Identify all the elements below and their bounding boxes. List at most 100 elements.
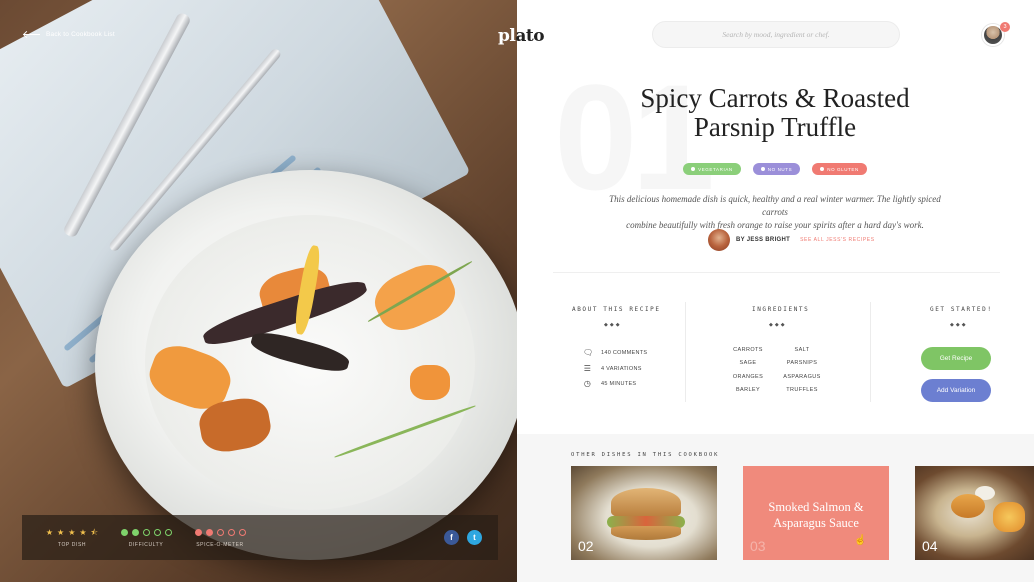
tag-dot-icon bbox=[820, 167, 825, 171]
recipe-description: This delicious homemade dish is quick, h… bbox=[600, 193, 950, 232]
time-label: 45 MINUTES bbox=[601, 381, 637, 387]
comments-item[interactable]: 🗨 140 COMMENTS bbox=[583, 349, 647, 357]
ingredients-diamonds: ◆◆◆ bbox=[769, 322, 787, 328]
chips-graphic bbox=[993, 502, 1025, 532]
column-divider bbox=[685, 302, 686, 402]
ingredient-item: PARSNIPS bbox=[786, 360, 818, 366]
burger-bun-graphic bbox=[611, 488, 681, 518]
star-icon: ★ bbox=[45, 527, 54, 537]
author-avatar[interactable] bbox=[708, 229, 730, 251]
ingredients-title: INGREDIENTS bbox=[752, 306, 810, 313]
tag-no-nuts[interactable]: No Nuts bbox=[752, 163, 801, 175]
recipe-title: Spicy Carrots & Roasted Parsnip Truffle bbox=[560, 84, 990, 142]
ingredient-item: ORANGES bbox=[732, 374, 764, 380]
tag-no-gluten[interactable]: No Gluten bbox=[812, 163, 867, 175]
ingredient-item: TRUFFLES bbox=[786, 387, 818, 393]
rating-dot bbox=[164, 529, 172, 536]
rating-dot bbox=[238, 529, 246, 536]
top-dish-rating: ★ ★ ★ ★ ⯪ TOP DISH bbox=[36, 528, 108, 548]
get-recipe-button[interactable]: Get Recipe bbox=[921, 347, 991, 370]
variations-item[interactable]: ☰ 4 VARIATIONS bbox=[583, 365, 642, 373]
tag-list: Vegetarian No Nuts No Gluten bbox=[560, 163, 990, 175]
rating-dot bbox=[227, 529, 235, 536]
logo[interactable]: plato bbox=[498, 26, 545, 46]
dish-title: Smoked Salmon & Asparagus Sauce bbox=[743, 499, 889, 531]
difficulty-caption: DIFFICULTY bbox=[128, 541, 164, 548]
difficulty-rating: DIFFICULTY bbox=[110, 528, 182, 548]
dish-title-line2: Asparagus Sauce bbox=[773, 516, 859, 530]
dish-number: 03 bbox=[750, 538, 766, 554]
social-buttons: f t bbox=[444, 530, 482, 545]
author-row: BY JESS BRIGHT SEE ALL JESS'S RECIPES bbox=[708, 229, 875, 251]
spice-rating: SPICE-O-METER bbox=[184, 528, 256, 548]
clock-icon: ◷ bbox=[583, 379, 592, 388]
tag-dot-icon bbox=[760, 167, 765, 171]
star-icon: ★ bbox=[68, 527, 76, 537]
rating-dot bbox=[120, 529, 128, 536]
star-icon: ⯪ bbox=[90, 527, 99, 537]
difficulty-dots bbox=[120, 528, 172, 538]
rating-dot bbox=[194, 529, 202, 536]
get-started-title: GET STARTED! bbox=[930, 306, 993, 313]
star-icon: ★ bbox=[57, 527, 65, 537]
hero-image: Back to Cookbook List ★ ★ ★ ★ ⯪ TOP DISH DIF… bbox=[0, 0, 517, 582]
recipe-title-line1: Spicy Carrots & Roasted bbox=[640, 83, 910, 113]
recipe-title-line2: Parsnip Truffle bbox=[693, 112, 857, 142]
spice-caption: SPICE-O-METER bbox=[196, 541, 244, 548]
add-variation-button[interactable]: Add Variation bbox=[921, 379, 991, 402]
ingredient-item: ASPARAGUS bbox=[783, 374, 821, 380]
back-link-label: Back to Cookbook List bbox=[46, 31, 115, 38]
top-dish-caption: TOP DISH bbox=[57, 541, 87, 548]
food-graphic bbox=[410, 365, 450, 400]
twitter-icon[interactable]: t bbox=[467, 530, 482, 545]
notification-badge[interactable]: 3 bbox=[1000, 22, 1010, 32]
rating-dot bbox=[153, 529, 161, 536]
facebook-icon[interactable]: f bbox=[444, 530, 459, 545]
column-divider bbox=[870, 302, 871, 402]
author-recipes-link[interactable]: SEE ALL JESS'S RECIPES bbox=[800, 237, 875, 243]
ingredient-item: SAGE bbox=[739, 360, 757, 366]
variations-icon: ☰ bbox=[583, 364, 592, 373]
star-icon: ★ bbox=[79, 527, 87, 537]
rating-dot bbox=[205, 529, 213, 536]
author-name[interactable]: BY JESS BRIGHT bbox=[736, 237, 790, 243]
tag-label: Vegetarian bbox=[698, 166, 733, 172]
variations-label: 4 VARIATIONS bbox=[601, 366, 642, 372]
dish-number: 04 bbox=[922, 538, 938, 554]
search-input[interactable]: Search by mood, ingredient or chef. bbox=[652, 21, 900, 48]
description-line1: This delicious homemade dish is quick, h… bbox=[609, 194, 941, 217]
tag-dot-icon bbox=[691, 167, 696, 171]
arrow-left-icon bbox=[24, 34, 40, 35]
logo-part-left: pl bbox=[498, 26, 516, 46]
rating-dot bbox=[142, 529, 150, 536]
comments-icon: 🗨 bbox=[583, 348, 594, 357]
time-item: ◷ 45 MINUTES bbox=[583, 380, 636, 388]
spice-dots bbox=[194, 528, 246, 538]
tag-label: No Nuts bbox=[767, 166, 793, 172]
tag-vegetarian[interactable]: Vegetarian bbox=[683, 163, 741, 175]
ingredient-item: CARROTS bbox=[733, 347, 763, 353]
dish-title-line1: Smoked Salmon & bbox=[768, 500, 864, 514]
back-to-cookbook-link[interactable]: Back to Cookbook List bbox=[24, 31, 115, 38]
ingredient-item: SALT bbox=[794, 347, 810, 353]
burger-bun-graphic bbox=[611, 526, 681, 540]
get-started-diamonds: ◆◆◆ bbox=[950, 322, 968, 328]
comments-label: 140 COMMENTS bbox=[601, 350, 648, 356]
about-title: ABOUT THIS RECIPE bbox=[572, 306, 661, 313]
dish-card-02[interactable]: 02 bbox=[571, 466, 717, 560]
rating-bar: ★ ★ ★ ★ ⯪ TOP DISH DIFFICULTY SPICE-O-METER … bbox=[22, 515, 498, 560]
rating-dot bbox=[216, 529, 224, 536]
logo-part-right: ato bbox=[515, 26, 545, 46]
dish-number: 02 bbox=[578, 538, 594, 554]
dish-card-04[interactable]: 04 bbox=[915, 466, 1034, 560]
rating-dot bbox=[131, 529, 139, 536]
divider bbox=[553, 272, 1000, 273]
fish-graphic bbox=[951, 494, 985, 518]
stars: ★ ★ ★ ★ ⯪ bbox=[46, 528, 98, 538]
tag-label: No Gluten bbox=[827, 166, 859, 172]
hand-cursor-icon: ☝ bbox=[854, 535, 867, 546]
ingredient-item: BARLEY bbox=[735, 387, 761, 393]
dish-card-03[interactable]: Smoked Salmon & Asparagus Sauce 03 ☝ bbox=[743, 466, 889, 560]
other-dishes-title: OTHER DISHES IN THIS COOKBOOK bbox=[571, 452, 720, 458]
about-diamonds: ◆◆◆ bbox=[604, 322, 622, 328]
